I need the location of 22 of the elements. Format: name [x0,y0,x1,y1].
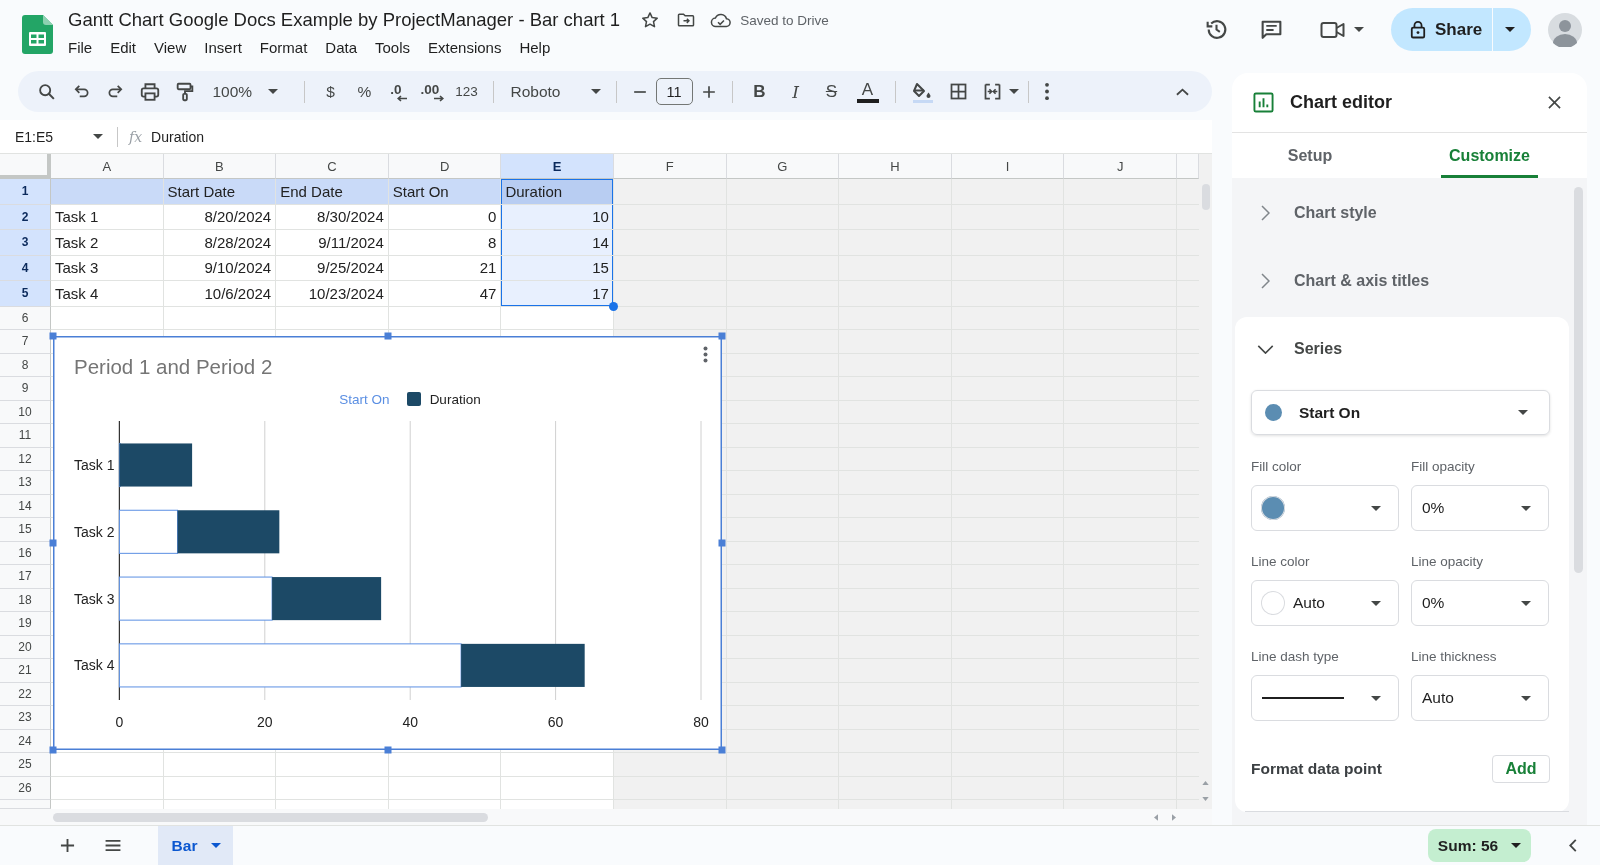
tick-label: 80 [693,714,709,730]
section-label: Format data point [1251,760,1382,778]
category-label: Task 2 [74,523,115,540]
tick-label: 20 [257,714,273,730]
function-icon: fx [129,128,143,145]
category-label: Task 1 [74,457,115,473]
field-label: Line color [1251,553,1311,571]
save-status: Saved to Drive [740,12,829,28]
field-label: Line dash type [1251,648,1340,666]
tick-label: 40 [402,714,418,730]
field-label: Fill color [1251,458,1303,476]
legend-label: Duration [429,391,481,407]
chart-title: Period 1 and Period 2 [74,355,273,378]
field-label: Line thickness [1411,648,1498,666]
category-label: Task 3 [74,590,115,607]
tick-label: 0 [115,714,124,730]
category-label: Task 4 [74,657,115,674]
field-label: Fill opacity [1411,458,1476,476]
tick-label: 60 [547,714,564,730]
legend-label: Start On [339,391,390,407]
panel-title: Chart editor [1290,92,1392,113]
field-label: Line opacity [1411,553,1485,571]
